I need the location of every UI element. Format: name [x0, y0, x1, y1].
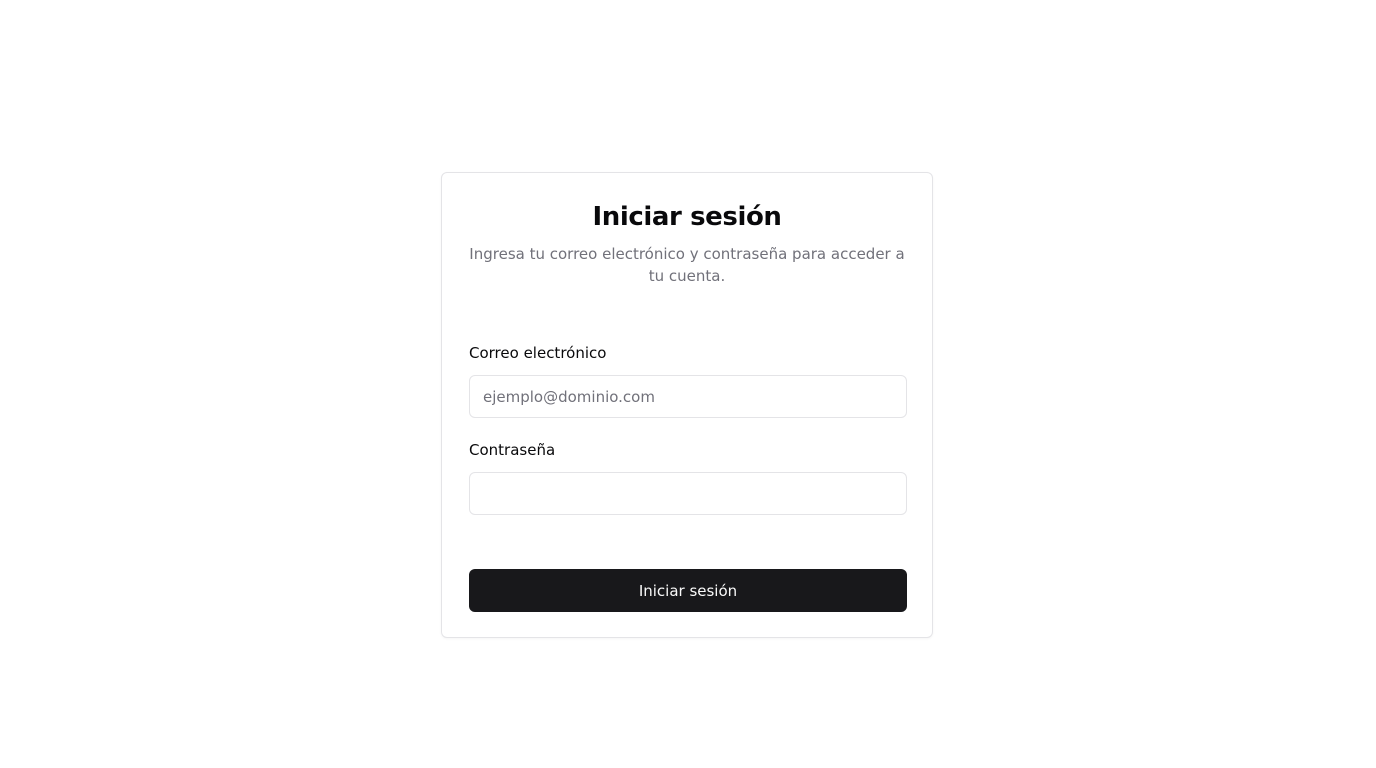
card-header: Iniciar sesión Ingresa tu correo electró…: [442, 199, 932, 287]
password-label: Contraseña: [469, 441, 556, 459]
login-button[interactable]: Iniciar sesión: [469, 569, 907, 612]
page-title: Iniciar sesión: [592, 202, 782, 232]
page-subtitle: Ingresa tu correo electrónico y contrase…: [469, 245, 905, 285]
password-field[interactable]: [469, 472, 907, 515]
login-page: Iniciar sesión Ingresa tu correo electró…: [0, 0, 1376, 768]
email-label: Correo electrónico: [469, 344, 607, 362]
login-card: Iniciar sesión Ingresa tu correo electró…: [441, 172, 933, 638]
email-field[interactable]: [469, 375, 907, 418]
